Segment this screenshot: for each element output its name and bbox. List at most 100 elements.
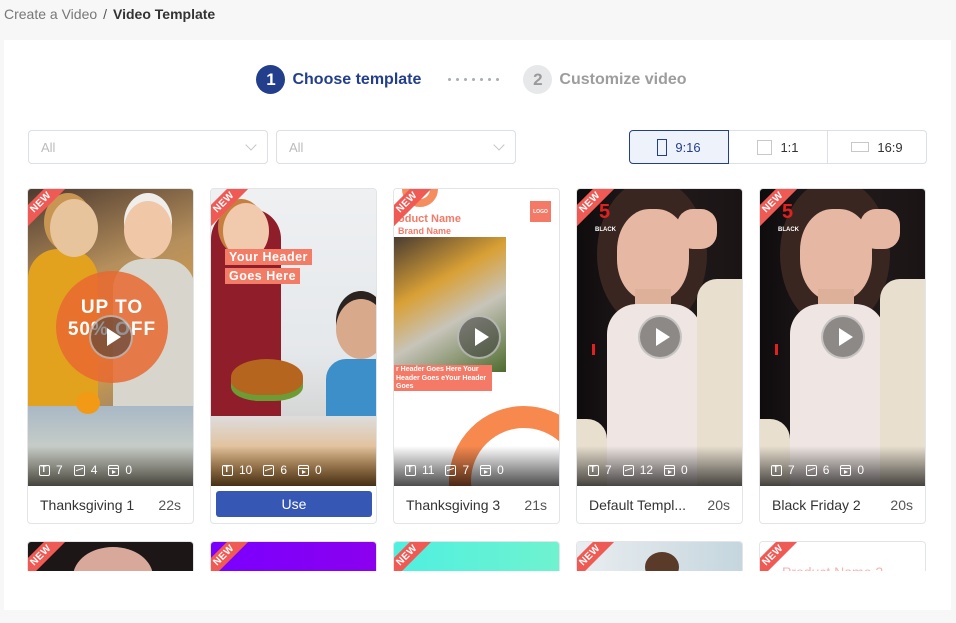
image-count: 12 [639, 463, 654, 477]
template-thumbnail[interactable]: oduct Name Brand Name LOGO r Header Goes… [394, 189, 559, 486]
template-card[interactable]: 5 BLACK NEW 7 12 0 Default Templ... 20s [576, 188, 743, 524]
chevron-down-icon [245, 139, 257, 151]
video-layer-icon [298, 464, 310, 476]
template-duration: 21s [524, 497, 547, 513]
select-value: All [289, 139, 304, 155]
ratio-label: 9:16 [675, 139, 701, 155]
subcategory-filter-select[interactable]: All [276, 130, 516, 164]
template-card[interactable]: NEW [393, 541, 560, 572]
video-layer-icon [108, 464, 120, 476]
template-thumbnail[interactable]: Product Name 2 NEW [760, 542, 925, 572]
image-layer-icon [622, 464, 634, 476]
play-icon[interactable] [457, 315, 501, 359]
new-badge: NEW [577, 542, 621, 572]
step-number: 1 [256, 65, 286, 94]
template-card[interactable]: NEW [27, 541, 194, 572]
image-layer-icon [445, 464, 457, 476]
ratio-label: 1:1 [780, 139, 799, 155]
new-badge: NEW [394, 542, 438, 572]
breadcrumb: Create a Video / Video Template [4, 5, 215, 23]
image-count: 6 [822, 463, 830, 477]
template-thumbnail[interactable]: 5 BLACK NEW 7 6 0 [760, 189, 925, 486]
ratio-16-9-button[interactable]: 16:9 [828, 130, 927, 164]
image-layer-icon [805, 464, 817, 476]
ratio-9-16-button[interactable]: 9:16 [629, 130, 729, 164]
template-name: Black Friday 2 [772, 497, 861, 513]
video-count: 0 [681, 463, 688, 477]
text-layer-icon [222, 464, 233, 476]
video-count: 0 [315, 463, 322, 477]
step-label: Choose template [292, 70, 422, 88]
breadcrumb-current: Video Template [113, 6, 216, 22]
template-grid: UP TO 50% OFF NEW 7 4 0 Thanksgiving 1 2… [27, 188, 926, 572]
template-name: Thanksgiving 3 [406, 497, 501, 513]
template-footer: Thanksgiving 1 22s [28, 486, 193, 523]
template-thumbnail[interactable]: NEW [577, 542, 742, 572]
video-count: 0 [857, 463, 865, 477]
template-stats: 11 7 0 [394, 446, 559, 486]
play-icon[interactable] [637, 315, 682, 359]
category-filter-select[interactable]: All [28, 130, 268, 164]
stepper: 1 Choose template 2 Customize video [4, 65, 951, 94]
template-thumbnail[interactable]: 5 BLACK NEW 7 12 0 [577, 189, 742, 486]
template-thumbnail[interactable]: Your Header Goes Here NEW 10 6 0 [211, 189, 376, 486]
template-card[interactable]: NEW [576, 541, 743, 572]
template-card[interactable]: 5 BLACK NEW 7 6 0 Black Friday 2 20s [759, 188, 926, 524]
breadcrumb-separator: / [103, 6, 108, 22]
logo-placeholder: LOGO [530, 201, 551, 222]
square-ratio-icon [757, 139, 773, 155]
overlay-text: 5 [782, 201, 794, 223]
overlay-text: oduct Name [398, 213, 461, 225]
overlay-text: Brand Name [398, 226, 452, 236]
text-count: 7 [605, 463, 612, 477]
portrait-ratio-icon [657, 138, 668, 156]
overlay-text: 5 [599, 201, 611, 223]
new-badge: NEW [28, 542, 72, 572]
step-label: Customize video [559, 70, 687, 88]
ratio-1-1-button[interactable]: 1:1 [729, 130, 828, 164]
template-name: Thanksgiving 1 [40, 497, 135, 513]
ratio-label: 16:9 [877, 139, 903, 155]
template-thumbnail[interactable]: UP TO 50% OFF NEW 7 4 0 [28, 189, 193, 486]
text-count: 10 [239, 463, 253, 477]
overlay-text: Your Header [225, 249, 312, 265]
template-duration: 20s [890, 497, 913, 513]
video-layer-icon [480, 464, 492, 476]
play-icon[interactable] [820, 315, 865, 359]
text-layer-icon [588, 464, 599, 476]
landscape-ratio-icon [851, 142, 870, 152]
template-stats: 10 6 0 [211, 446, 376, 486]
overlay-text: Goes Here [225, 268, 301, 284]
template-thumbnail[interactable]: NEW [211, 542, 376, 572]
video-count: 0 [497, 463, 504, 477]
aspect-ratio-toggle: 9:16 1:1 16:9 [629, 130, 927, 164]
image-layer-icon [73, 464, 85, 476]
template-card[interactable]: NEW [210, 541, 377, 572]
template-stats: 7 6 0 [760, 446, 925, 486]
video-count: 0 [125, 463, 133, 477]
breadcrumb-parent-link[interactable]: Create a Video [4, 6, 97, 22]
text-count: 11 [422, 463, 435, 477]
overlay-text: BLACK [778, 227, 799, 233]
play-icon[interactable] [88, 315, 133, 359]
template-name: Default Templ... [589, 497, 687, 513]
chevron-down-icon [493, 139, 505, 151]
template-duration: 20s [707, 497, 730, 513]
image-count: 6 [280, 463, 288, 477]
text-count: 7 [56, 463, 63, 477]
text-count: 7 [788, 463, 795, 477]
step-customize-video: 2 Customize video [523, 65, 687, 94]
step-connector [448, 78, 500, 81]
template-card[interactable]: Product Name 2 NEW [759, 541, 926, 572]
template-card[interactable]: oduct Name Brand Name LOGO r Header Goes… [393, 188, 560, 524]
overlay-text: BLACK [595, 227, 616, 233]
template-thumbnail[interactable]: NEW [28, 542, 193, 572]
template-footer: Thanksgiving 3 21s [394, 486, 559, 523]
template-thumbnail[interactable]: NEW [394, 542, 559, 572]
template-duration: 22s [158, 497, 181, 513]
template-footer: Black Friday 2 20s [760, 486, 925, 523]
template-card[interactable]: Your Header Goes Here NEW 10 6 0 Use [210, 188, 377, 524]
video-layer-icon [664, 464, 676, 476]
use-template-button[interactable]: Use [216, 491, 372, 517]
template-card[interactable]: UP TO 50% OFF NEW 7 4 0 Thanksgiving 1 2… [27, 188, 194, 524]
